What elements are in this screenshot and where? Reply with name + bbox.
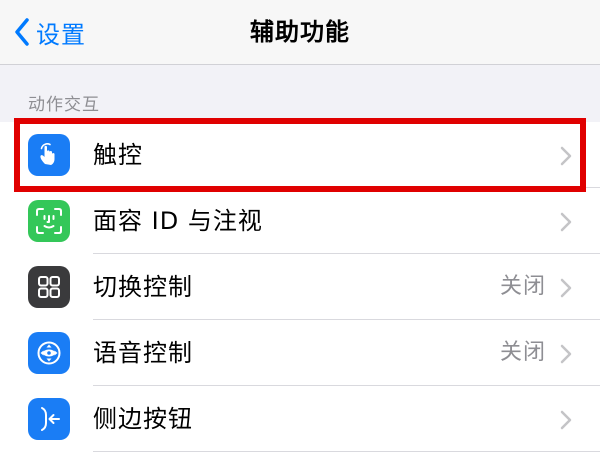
- touch-hand-icon: [28, 134, 70, 176]
- list-item-side-button[interactable]: 侧边按钮: [0, 386, 600, 452]
- chevron-right-icon: [560, 146, 572, 170]
- voice-control-icon: [28, 332, 70, 374]
- list-item-voice-control[interactable]: 语音控制 关闭: [0, 320, 600, 386]
- row-value: 关闭: [499, 274, 546, 299]
- chevron-right-icon: [560, 344, 572, 368]
- settings-list: 触控 面容 ID 与注视 切换控制 关闭 语音控制 关闭 侧边按钮: [0, 122, 600, 462]
- chevron-right-icon: [560, 278, 572, 302]
- row-label: 触控: [93, 141, 143, 169]
- face-id-icon: [28, 200, 70, 242]
- row-label: 面容 ID 与注视: [93, 207, 263, 235]
- row-label: 语音控制: [93, 339, 193, 367]
- row-separator: [93, 451, 600, 452]
- row-label: 切换控制: [93, 273, 193, 301]
- page-title: 辅助功能: [250, 18, 350, 46]
- navigation-bar: 设置 辅助功能: [0, 0, 600, 65]
- list-item-switch-control[interactable]: 切换控制 关闭: [0, 254, 600, 320]
- side-button-icon: [28, 398, 70, 440]
- row-label: 侧边按钮: [93, 405, 193, 433]
- row-value: 关闭: [499, 340, 546, 365]
- chevron-right-icon: [560, 212, 572, 236]
- chevron-right-icon: [560, 410, 572, 434]
- switch-control-grid-icon: [28, 266, 70, 308]
- list-item-face-id[interactable]: 面容 ID 与注视: [0, 188, 600, 254]
- section-header: 动作交互: [28, 95, 100, 115]
- list-item-touch[interactable]: 触控: [0, 122, 600, 188]
